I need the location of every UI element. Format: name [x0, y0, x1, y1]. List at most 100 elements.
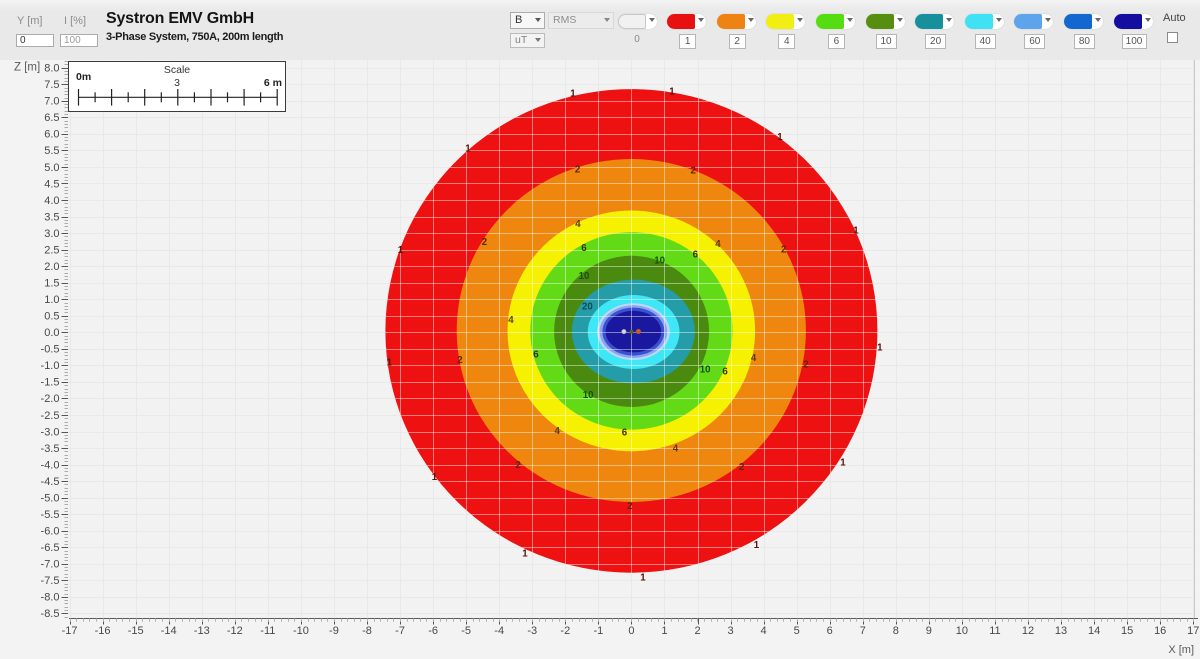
svg-text:2: 2 [691, 166, 696, 177]
svg-text:1: 1 [777, 132, 783, 143]
svg-text:-2: -2 [560, 625, 570, 637]
svg-text:2: 2 [627, 501, 632, 512]
svg-text:0: 0 [628, 625, 634, 637]
svg-text:4: 4 [575, 219, 581, 230]
svg-text:2: 2 [457, 355, 462, 366]
svg-text:1: 1 [840, 458, 846, 469]
svg-text:10: 10 [654, 256, 665, 267]
svg-text:1: 1 [432, 472, 438, 483]
svg-text:6.0: 6.0 [44, 129, 59, 141]
svg-text:-3.0: -3.0 [41, 426, 60, 438]
svg-text:17: 17 [1187, 625, 1199, 637]
svg-text:2: 2 [694, 625, 700, 637]
svg-text:-1: -1 [593, 625, 603, 637]
svg-text:7: 7 [860, 625, 866, 637]
svg-text:-1.0: -1.0 [41, 360, 60, 372]
svg-text:-8.0: -8.0 [41, 592, 60, 604]
svg-text:-4.5: -4.5 [41, 476, 60, 488]
svg-text:1: 1 [754, 540, 760, 551]
svg-text:4: 4 [555, 426, 561, 437]
svg-text:-8: -8 [362, 625, 372, 637]
svg-text:1: 1 [387, 357, 393, 368]
svg-text:2: 2 [515, 460, 520, 471]
svg-text:2: 2 [803, 360, 808, 371]
svg-text:12: 12 [1022, 625, 1034, 637]
svg-text:-8.5: -8.5 [41, 608, 60, 620]
svg-text:10: 10 [956, 625, 968, 637]
svg-text:1: 1 [398, 245, 404, 256]
svg-text:1: 1 [669, 87, 675, 98]
svg-text:5.5: 5.5 [44, 145, 59, 157]
svg-text:-4.0: -4.0 [41, 459, 60, 471]
svg-text:7.5: 7.5 [44, 79, 59, 91]
svg-text:-1.5: -1.5 [41, 377, 60, 389]
svg-text:-11: -11 [260, 625, 275, 637]
svg-text:1.5: 1.5 [44, 277, 59, 289]
svg-text:4: 4 [761, 625, 767, 637]
svg-text:-15: -15 [128, 625, 144, 637]
svg-text:1: 1 [853, 226, 859, 237]
svg-text:4: 4 [751, 353, 757, 364]
svg-text:-3: -3 [527, 625, 537, 637]
svg-text:4: 4 [673, 444, 679, 455]
svg-text:-4: -4 [494, 625, 504, 637]
svg-text:-16: -16 [95, 625, 111, 637]
svg-text:-7.5: -7.5 [41, 575, 60, 587]
svg-text:6: 6 [622, 428, 628, 439]
svg-text:0.5: 0.5 [44, 311, 59, 323]
svg-text:16: 16 [1154, 625, 1166, 637]
svg-text:-2.5: -2.5 [41, 410, 60, 422]
svg-text:4.0: 4.0 [44, 195, 59, 207]
svg-text:4: 4 [508, 315, 514, 326]
svg-text:5: 5 [794, 625, 800, 637]
svg-text:8.0: 8.0 [44, 63, 59, 75]
svg-text:-9: -9 [329, 625, 339, 637]
svg-text:6: 6 [581, 243, 587, 254]
svg-text:2.5: 2.5 [44, 244, 59, 256]
svg-text:2: 2 [781, 245, 786, 256]
svg-text:1: 1 [465, 144, 471, 155]
svg-text:6.5: 6.5 [44, 112, 59, 124]
svg-text:-13: -13 [194, 625, 210, 637]
svg-text:8: 8 [893, 625, 899, 637]
svg-text:3: 3 [727, 625, 733, 637]
svg-text:1: 1 [877, 343, 883, 354]
svg-text:-7.0: -7.0 [41, 559, 60, 571]
svg-text:-0.5: -0.5 [41, 344, 60, 356]
svg-text:-12: -12 [227, 625, 243, 637]
svg-text:10: 10 [700, 365, 711, 376]
svg-text:-6: -6 [428, 625, 438, 637]
svg-text:10: 10 [579, 271, 590, 282]
svg-text:2: 2 [739, 462, 744, 473]
svg-text:2: 2 [575, 165, 580, 176]
svg-text:2: 2 [482, 237, 487, 248]
svg-text:4.5: 4.5 [44, 178, 59, 190]
svg-text:1: 1 [640, 573, 646, 584]
svg-text:3.0: 3.0 [44, 228, 59, 240]
svg-text:-10: -10 [293, 625, 309, 637]
svg-text:10: 10 [583, 390, 594, 401]
svg-text:-2.0: -2.0 [41, 393, 60, 405]
svg-text:1: 1 [522, 549, 528, 560]
svg-text:0.0: 0.0 [44, 327, 59, 339]
svg-text:1: 1 [661, 625, 667, 637]
svg-text:6: 6 [722, 367, 728, 378]
svg-text:4: 4 [715, 239, 721, 250]
svg-text:15: 15 [1121, 625, 1133, 637]
svg-text:6: 6 [693, 250, 699, 261]
svg-text:-14: -14 [161, 625, 177, 637]
svg-text:-5.0: -5.0 [41, 492, 60, 504]
svg-text:-5: -5 [461, 625, 471, 637]
svg-text:X [m]: X [m] [1168, 644, 1194, 656]
svg-text:11: 11 [989, 625, 1000, 637]
svg-text:6: 6 [827, 625, 833, 637]
svg-text:9: 9 [926, 625, 932, 637]
svg-text:20: 20 [582, 302, 593, 313]
svg-text:Z [m]: Z [m] [14, 62, 40, 74]
svg-text:-7: -7 [395, 625, 405, 637]
svg-text:-5.5: -5.5 [41, 509, 60, 521]
svg-text:5.0: 5.0 [44, 162, 59, 174]
svg-text:7.0: 7.0 [44, 96, 59, 108]
svg-text:14: 14 [1088, 625, 1100, 637]
svg-text:-6.5: -6.5 [41, 542, 60, 554]
